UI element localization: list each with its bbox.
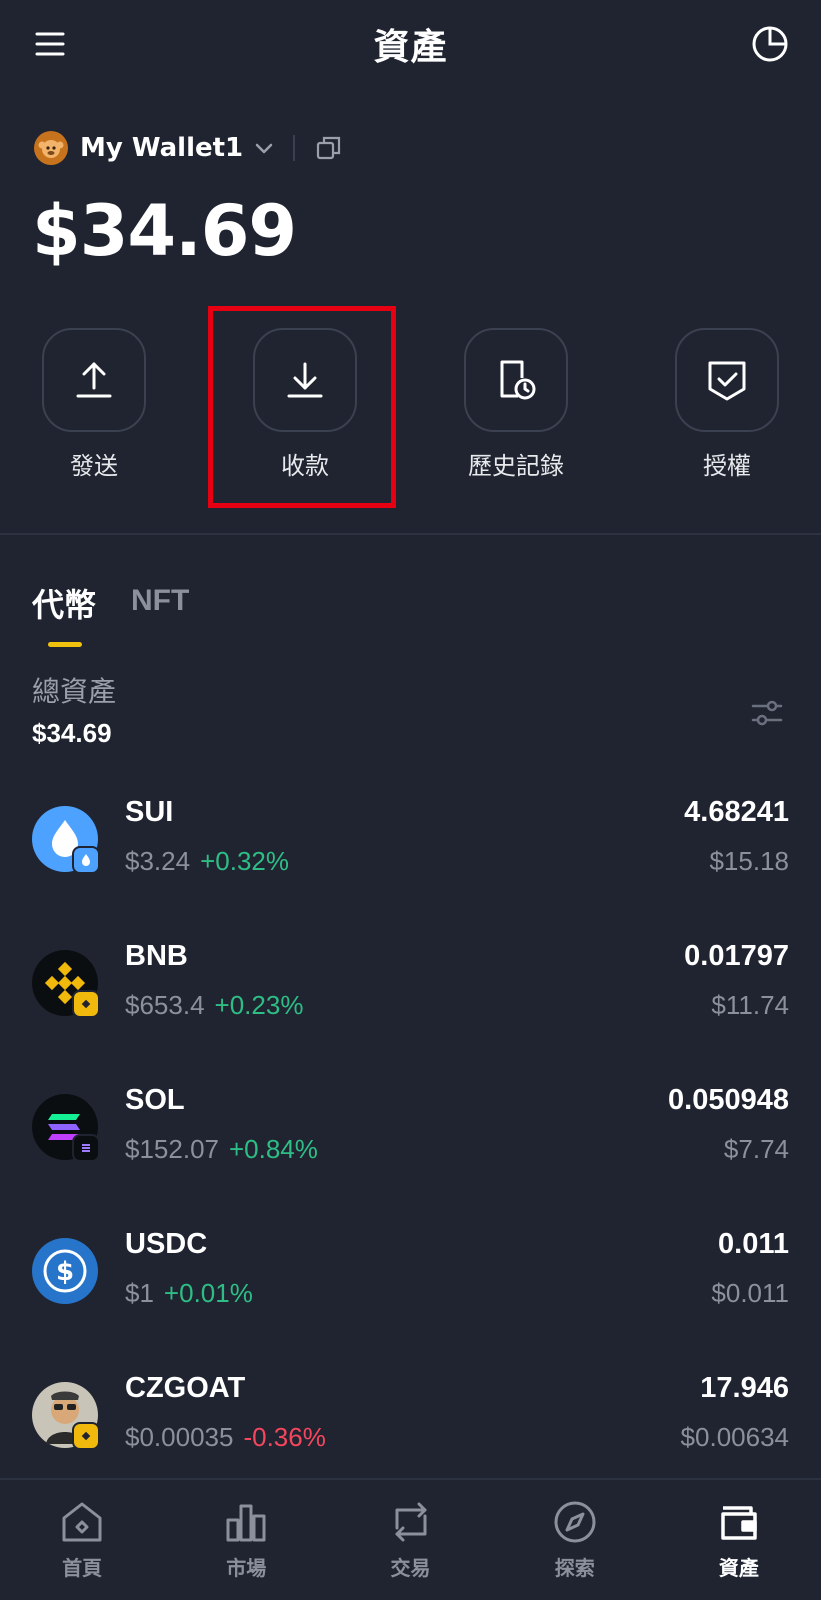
authorize-icon	[708, 361, 746, 401]
token-amount: 17.946	[700, 1372, 789, 1404]
nav-label: 市場	[226, 1556, 267, 1580]
bnb-chain-badge-icon	[72, 1422, 100, 1450]
token-amount: 4.68241	[684, 796, 789, 828]
highlight-box	[208, 306, 396, 508]
total-balance: $34.69	[32, 190, 297, 272]
token-price: $152.07 +0.84%	[125, 1134, 318, 1164]
bottom-nav: 首頁 市場 交易 探索 資產	[0, 1478, 821, 1600]
token-amount: 0.01797	[684, 940, 789, 972]
total-assets-label: 總資產	[32, 675, 117, 708]
sui-chain-badge-icon	[72, 846, 100, 874]
send-action[interactable]: 發送	[42, 328, 146, 481]
nav-market[interactable]: 市場	[164, 1480, 328, 1600]
send-button[interactable]	[42, 328, 146, 432]
wallet-name: My Wallet1	[80, 133, 244, 163]
explore-icon	[554, 1501, 596, 1543]
copy-icon[interactable]	[315, 134, 343, 162]
token-row-sol[interactable]: SOL $152.07 +0.84% 0.050948 $7.74	[0, 1084, 821, 1230]
nav-label: 首頁	[62, 1556, 103, 1580]
trade-icon	[395, 1502, 426, 1542]
authorize-button[interactable]	[675, 328, 779, 432]
authorize-label: 授權	[703, 452, 751, 480]
page-title: 資產	[373, 27, 448, 68]
wallet-icon	[721, 1506, 757, 1540]
token-symbol: BNB	[125, 940, 188, 972]
nav-trade[interactable]: 交易	[328, 1480, 492, 1600]
token-change: +0.84%	[228, 1134, 318, 1164]
market-icon	[226, 1504, 266, 1542]
token-change: -0.36%	[243, 1422, 326, 1452]
token-value: $0.00634	[680, 1422, 789, 1452]
authorize-action[interactable]: 授權	[675, 328, 779, 481]
token-symbol: SOL	[125, 1084, 185, 1116]
token-value: $15.18	[709, 846, 789, 876]
token-symbol: CZGOAT	[125, 1372, 246, 1404]
nav-assets[interactable]: 資產	[657, 1480, 821, 1600]
sol-chain-badge-icon	[72, 1134, 100, 1162]
nav-explore[interactable]: 探索	[493, 1480, 657, 1600]
token-row-sui[interactable]: SUI $3.24 +0.32% 4.68241 $15.18	[0, 796, 821, 942]
active-tab-indicator	[48, 642, 82, 647]
token-change: +0.23%	[214, 990, 304, 1020]
bnb-chain-badge-icon	[72, 990, 100, 1018]
filter-icon[interactable]	[750, 696, 784, 730]
history-icon	[500, 360, 536, 400]
token-symbol: USDC	[125, 1228, 208, 1260]
token-price: $0.00035 -0.36%	[125, 1422, 326, 1452]
token-amount: 0.050948	[668, 1084, 789, 1116]
nav-label: 交易	[390, 1556, 431, 1580]
svg-text:$: $	[56, 1257, 74, 1287]
history-button[interactable]	[464, 328, 568, 432]
token-row-bnb[interactable]: BNB $653.4 +0.23% 0.01797 $11.74	[0, 940, 821, 1086]
usdc-icon: $	[32, 1238, 98, 1304]
send-icon	[76, 362, 112, 398]
send-label: 發送	[70, 452, 118, 480]
chevron-down-icon[interactable]	[253, 137, 275, 159]
nav-label: 資產	[718, 1556, 759, 1580]
token-amount: 0.011	[718, 1228, 789, 1260]
wallet-selector[interactable]: My Wallet1	[34, 128, 343, 168]
history-label: 歷史記錄	[468, 452, 564, 480]
nav-home[interactable]: 首頁	[0, 1480, 164, 1600]
token-value: $11.74	[711, 990, 789, 1020]
token-change: +0.01%	[163, 1278, 253, 1308]
token-symbol: SUI	[125, 796, 174, 828]
home-icon	[62, 1502, 102, 1542]
token-price: $653.4 +0.23%	[125, 990, 304, 1020]
section-divider	[0, 533, 821, 535]
token-row-usdc[interactable]: $ USDC $1 +0.01% 0.011 $0.011	[0, 1228, 821, 1374]
wallet-avatar	[34, 131, 68, 165]
portfolio-chart-icon[interactable]	[750, 24, 790, 64]
token-price: $3.24 +0.32%	[125, 846, 289, 876]
tab-nft[interactable]: NFT	[131, 584, 189, 618]
token-price: $1 +0.01%	[125, 1278, 253, 1308]
tab-tokens[interactable]: 代幣	[32, 580, 96, 626]
nav-label: 探索	[554, 1556, 595, 1580]
history-action[interactable]: 歷史記錄	[464, 328, 568, 481]
divider	[293, 135, 296, 161]
token-value: $7.74	[723, 1134, 789, 1164]
token-value: $0.011	[711, 1278, 789, 1308]
token-change: +0.32%	[200, 846, 289, 876]
total-assets-value: $34.69	[32, 718, 112, 748]
